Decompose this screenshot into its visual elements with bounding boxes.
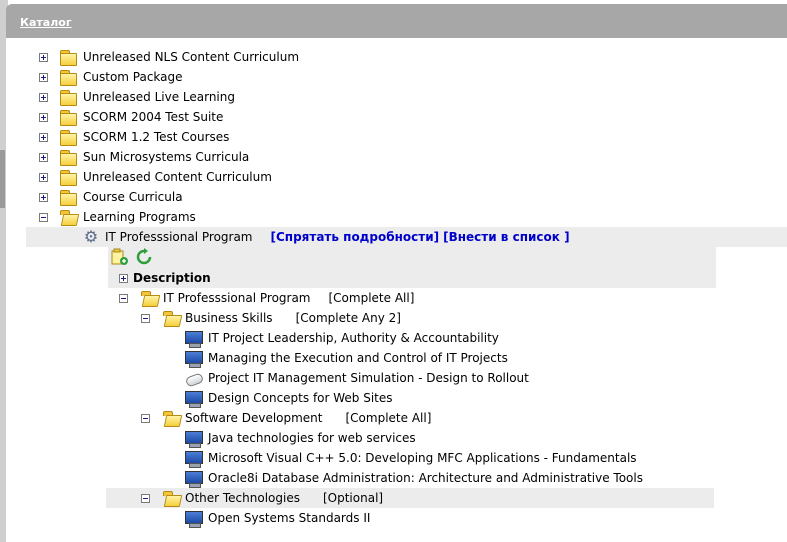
group-status: [Complete Any 2] — [295, 311, 401, 325]
course-label[interactable]: Project IT Management Simulation - Desig… — [208, 371, 529, 385]
catalog-item-label[interactable]: SCORM 2004 Test Suite — [83, 110, 223, 124]
folder-open-icon — [162, 410, 183, 427]
group-label[interactable]: Software Development — [185, 411, 323, 425]
group-node[interactable]: Other Technologies [Optional] — [141, 488, 383, 508]
expand-icon[interactable] — [39, 172, 48, 182]
background-left-accent — [0, 150, 5, 208]
folder-open-icon — [162, 490, 183, 507]
hide-details-link[interactable]: [Спрятать подробности] — [271, 230, 440, 244]
catalog-item[interactable]: Unreleased Live Learning — [39, 87, 235, 107]
folder-open-icon — [140, 290, 161, 307]
group-node[interactable]: Business Skills [Complete Any 2] — [141, 308, 401, 328]
collapse-icon[interactable] — [39, 212, 48, 222]
program-row: ⚙ IT Professsional Program [Спрятать под… — [26, 227, 787, 247]
group-status: [Optional] — [322, 491, 384, 505]
course-item[interactable]: Project IT Management Simulation - Desig… — [184, 368, 529, 388]
folder-open-icon — [162, 310, 183, 327]
folder-icon — [59, 129, 77, 146]
folder-icon — [59, 169, 77, 186]
catalog-item[interactable]: Sun Microsystems Curricula — [39, 147, 249, 167]
catalog-item-label[interactable]: Sun Microsystems Curricula — [83, 150, 249, 164]
collapse-icon[interactable] — [119, 293, 128, 303]
folder-icon — [59, 189, 77, 206]
catalog-item-label[interactable]: Custom Package — [83, 70, 183, 84]
collapse-icon[interactable] — [141, 493, 150, 503]
group-status: [Complete All] — [345, 411, 432, 425]
course-item[interactable]: Microsoft Visual C++ 5.0: Developing MFC… — [184, 448, 637, 468]
expand-icon[interactable] — [39, 192, 48, 202]
folder-icon — [59, 49, 77, 66]
course-item[interactable]: Design Concepts for Web Sites — [184, 388, 393, 408]
expand-icon[interactable] — [39, 92, 48, 102]
group-node[interactable]: Software Development [Complete All] — [141, 408, 431, 428]
collapse-icon[interactable] — [141, 413, 150, 423]
refresh-icon[interactable] — [135, 248, 153, 266]
course-item[interactable]: IT Project Leadership, Authority & Accou… — [184, 328, 499, 348]
expand-icon[interactable] — [39, 132, 48, 142]
folder-icon — [59, 89, 77, 106]
course-item[interactable]: Java technologies for web services — [184, 428, 416, 448]
catalog-item[interactable]: Unreleased Content Curriculum — [39, 167, 272, 187]
monitor-icon — [184, 430, 204, 448]
expand-icon[interactable] — [39, 52, 48, 62]
catalog-item[interactable]: Unreleased NLS Content Curriculum — [39, 47, 299, 67]
catalog-item-label[interactable]: Learning Programs — [83, 210, 196, 224]
program-root-node[interactable]: IT Professsional Program [Complete All] — [119, 288, 414, 308]
course-label[interactable]: IT Project Leadership, Authority & Accou… — [208, 331, 499, 345]
catalog-item-label[interactable]: Course Curricula — [83, 190, 183, 204]
collapse-icon[interactable] — [141, 313, 150, 323]
catalog-item[interactable]: SCORM 2004 Test Suite — [39, 107, 223, 127]
expand-icon[interactable] — [39, 72, 48, 82]
mouse-icon — [184, 370, 205, 388]
program-root-label[interactable]: IT Professsional Program — [163, 291, 311, 305]
monitor-icon — [184, 470, 204, 488]
monitor-icon — [184, 510, 204, 528]
gears-icon: ⚙ — [83, 227, 99, 246]
course-item[interactable]: Managing the Execution and Control of IT… — [184, 348, 508, 368]
course-item[interactable]: Oracle8i Database Administration: Archit… — [184, 468, 643, 488]
details-toolbar — [111, 247, 153, 267]
monitor-icon — [184, 350, 204, 368]
expand-icon[interactable] — [39, 112, 48, 122]
monitor-icon — [184, 450, 204, 468]
monitor-icon — [184, 330, 204, 348]
course-item[interactable]: Open Systems Standards II — [184, 508, 370, 528]
group-label[interactable]: Other Technologies — [185, 491, 300, 505]
course-label[interactable]: Java technologies for web services — [208, 431, 416, 445]
group-label[interactable]: Business Skills — [185, 311, 273, 325]
course-label[interactable]: Managing the Execution and Control of IT… — [208, 351, 508, 365]
folder-icon — [59, 69, 77, 86]
catalog-item-expanded[interactable]: Learning Programs — [39, 207, 196, 227]
add-folder-icon[interactable] — [111, 248, 129, 266]
description-row[interactable]: Description — [119, 268, 211, 288]
catalog-item[interactable]: Custom Package — [39, 67, 183, 87]
catalog-item[interactable]: SCORM 1.2 Test Courses — [39, 127, 229, 147]
program-root-status: [Complete All] — [328, 291, 415, 305]
course-label[interactable]: Oracle8i Database Administration: Archit… — [208, 471, 643, 485]
folder-icon — [59, 109, 77, 126]
catalog-item-label[interactable]: Unreleased Live Learning — [83, 90, 235, 104]
folder-open-icon — [59, 209, 80, 226]
catalog-item-label[interactable]: SCORM 1.2 Test Courses — [83, 130, 229, 144]
course-label[interactable]: Open Systems Standards II — [208, 511, 370, 525]
expand-icon[interactable] — [39, 152, 48, 162]
course-label[interactable]: Design Concepts for Web Sites — [208, 391, 393, 405]
course-label[interactable]: Microsoft Visual C++ 5.0: Developing MFC… — [208, 451, 637, 465]
program-title: IT Professsional Program — [105, 230, 253, 244]
add-to-list-link[interactable]: [Внести в список ] — [443, 230, 569, 244]
catalog-item-label[interactable]: Unreleased Content Curriculum — [83, 170, 272, 184]
folder-icon — [59, 149, 77, 166]
catalog-title-link[interactable]: Каталог — [20, 16, 72, 29]
catalog-item-label[interactable]: Unreleased NLS Content Curriculum — [83, 50, 299, 64]
monitor-icon — [184, 390, 204, 408]
description-label: Description — [133, 271, 211, 285]
catalog-header: Каталог — [6, 4, 787, 38]
catalog-item[interactable]: Course Curricula — [39, 187, 183, 207]
expand-icon[interactable] — [119, 273, 128, 283]
